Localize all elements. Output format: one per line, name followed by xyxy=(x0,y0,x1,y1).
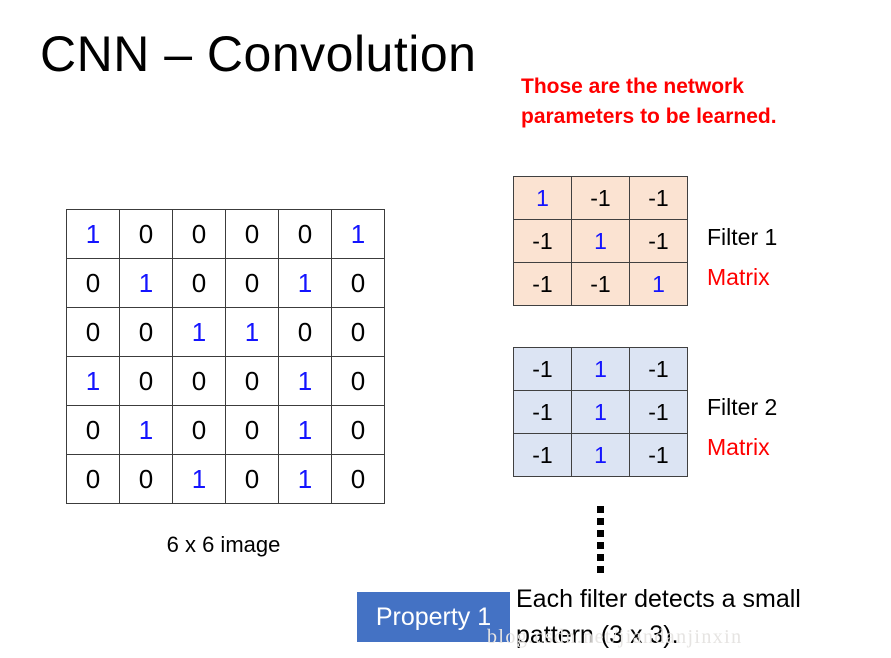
input-matrix-cell-1-5: 0 xyxy=(331,258,385,308)
input-matrix-cell-5-4: 1 xyxy=(278,454,332,504)
input-matrix-cell-1-2: 0 xyxy=(172,258,226,308)
input-matrix-cell-5-3: 0 xyxy=(225,454,279,504)
input-matrix-cell-2-2: 1 xyxy=(172,307,226,357)
property-description-line-2: pattern (3 x 3). xyxy=(516,620,679,649)
filter-2-row: -1 1 -1 xyxy=(513,433,688,477)
input-matrix-cell-2-5: 0 xyxy=(331,307,385,357)
input-matrix-cell-2-3: 1 xyxy=(225,307,279,357)
filter-2-name: Filter 2 xyxy=(707,394,778,420)
input-matrix-cell-0-2: 0 xyxy=(172,209,226,259)
filter-2-cell-0-0: -1 xyxy=(513,347,572,391)
input-matrix-cell-4-2: 0 xyxy=(172,405,226,455)
input-matrix-cell-2-0: 0 xyxy=(66,307,120,357)
filter-1-matrix-label: Matrix xyxy=(707,264,770,290)
input-image-matrix: 100001010010001100100010010010001010 xyxy=(66,209,385,504)
input-matrix-cell-0-0: 1 xyxy=(66,209,120,259)
input-matrix-cell-0-3: 0 xyxy=(225,209,279,259)
filter-2-cell-1-1: 1 xyxy=(571,390,630,434)
input-matrix-cell-3-3: 0 xyxy=(225,356,279,406)
input-matrix-cell-5-1: 0 xyxy=(119,454,173,504)
input-matrix-row: 100010 xyxy=(66,356,385,406)
input-matrix-cell-2-1: 0 xyxy=(119,307,173,357)
ellipsis-dot xyxy=(597,554,604,561)
filter-2-cell-0-2: -1 xyxy=(629,347,688,391)
input-matrix-row: 010010 xyxy=(66,405,385,455)
filter-1-cell-2-2: 1 xyxy=(629,262,688,306)
property-description-line-1: Each filter detects a small xyxy=(516,585,801,613)
filter-1-cell-2-0: -1 xyxy=(513,262,572,306)
input-matrix-cell-1-3: 0 xyxy=(225,258,279,308)
input-matrix-cell-4-0: 0 xyxy=(66,405,120,455)
input-matrix-cell-4-4: 1 xyxy=(278,405,332,455)
input-matrix-cell-4-5: 0 xyxy=(331,405,385,455)
input-matrix-cell-1-1: 1 xyxy=(119,258,173,308)
input-matrix-cell-5-5: 0 xyxy=(331,454,385,504)
input-matrix-row: 010010 xyxy=(66,258,385,308)
filter-1-cell-1-1: 1 xyxy=(571,219,630,263)
input-matrix-cell-5-0: 0 xyxy=(66,454,120,504)
filter-2-row: -1 1 -1 xyxy=(513,347,688,391)
filter-1-cell-2-1: -1 xyxy=(571,262,630,306)
filter-1-cell-0-2: -1 xyxy=(629,176,688,220)
filter-1-matrix-body: 1 -1 -1 -1 1 -1 -1 -1 1 xyxy=(513,176,688,306)
property-1-badge: Property 1 xyxy=(357,592,510,642)
filter-2-matrix-label: Matrix xyxy=(707,434,770,460)
input-matrix-cell-3-0: 1 xyxy=(66,356,120,406)
input-matrix-cell-4-1: 1 xyxy=(119,405,173,455)
property-1-description: Each filter detects a small pattern (3 x… xyxy=(516,582,891,653)
network-note-line-2: parameters to be learned. xyxy=(521,104,777,128)
input-matrix-cell-3-5: 0 xyxy=(331,356,385,406)
filter-1-cell-1-2: -1 xyxy=(629,219,688,263)
filter-2-cell-2-2: -1 xyxy=(629,433,688,477)
input-matrix-cell-5-2: 1 xyxy=(172,454,226,504)
filter-1-row: 1 -1 -1 xyxy=(513,176,688,220)
ellipsis-dot xyxy=(597,542,604,549)
network-parameters-note: Those are the network parameters to be l… xyxy=(521,72,881,132)
filter-1-cell-1-0: -1 xyxy=(513,219,572,263)
vertical-ellipsis-icon xyxy=(597,506,604,573)
input-matrix-cell-3-2: 0 xyxy=(172,356,226,406)
input-matrix-cell-4-3: 0 xyxy=(225,405,279,455)
input-image-caption: 6 x 6 image xyxy=(166,532,281,557)
input-matrix-cell-1-4: 1 xyxy=(278,258,332,308)
ellipsis-dot xyxy=(597,566,604,573)
input-matrix-cell-1-0: 0 xyxy=(66,258,120,308)
ellipsis-dot xyxy=(597,506,604,513)
filter-2-cell-1-2: -1 xyxy=(629,390,688,434)
ellipsis-dot xyxy=(597,518,604,525)
filter-2-label-group: Filter 2 Matrix xyxy=(707,396,777,459)
filter-1-label-group: Filter 1 Matrix xyxy=(707,226,777,289)
filter-2-matrix: -1 1 -1 -1 1 -1 -1 1 -1 xyxy=(513,347,688,477)
ellipsis-dot xyxy=(597,530,604,537)
filter-1-row: -1 1 -1 xyxy=(513,219,688,263)
input-matrix-row: 001100 xyxy=(66,307,385,357)
input-matrix-cell-2-4: 0 xyxy=(278,307,332,357)
input-matrix-cell-3-1: 0 xyxy=(119,356,173,406)
filter-1-matrix: 1 -1 -1 -1 1 -1 -1 -1 1 xyxy=(513,176,688,306)
filter-1-row: -1 -1 1 xyxy=(513,262,688,306)
filter-2-row: -1 1 -1 xyxy=(513,390,688,434)
filter-1-name: Filter 1 xyxy=(707,224,778,250)
filter-1-cell-0-0: 1 xyxy=(513,176,572,220)
input-matrix-cell-0-5: 1 xyxy=(331,209,385,259)
input-matrix-cell-0-1: 0 xyxy=(119,209,173,259)
input-matrix-cell-3-4: 1 xyxy=(278,356,332,406)
filter-2-cell-0-1: 1 xyxy=(571,347,630,391)
filter-2-matrix-body: -1 1 -1 -1 1 -1 -1 1 -1 xyxy=(513,347,688,477)
filter-2-cell-2-1: 1 xyxy=(571,433,630,477)
page-title: CNN – Convolution xyxy=(40,26,477,82)
input-matrix-row: 001010 xyxy=(66,454,385,504)
input-matrix-row: 100001 xyxy=(66,209,385,259)
filter-1-cell-0-1: -1 xyxy=(571,176,630,220)
filter-2-cell-1-0: -1 xyxy=(513,390,572,434)
network-note-line-1: Those are the network xyxy=(521,75,744,98)
input-image-matrix-body: 100001010010001100100010010010001010 xyxy=(66,209,385,504)
filter-2-cell-2-0: -1 xyxy=(513,433,572,477)
input-matrix-cell-0-4: 0 xyxy=(278,209,332,259)
